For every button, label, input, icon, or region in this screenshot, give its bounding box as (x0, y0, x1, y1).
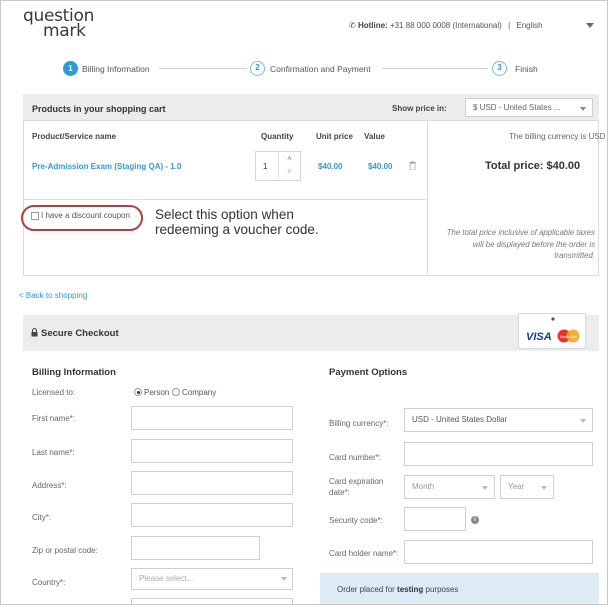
billing-heading: Billing Information (32, 367, 116, 378)
show-price-label: Show price in: (392, 104, 447, 113)
payment-heading: Payment Options (329, 367, 408, 378)
address-label: Address*: (32, 481, 67, 490)
step-2-label: Confirmation and Payment (270, 64, 371, 74)
coupon-label[interactable]: I have a discount coupon (41, 211, 130, 220)
chevron-down-icon[interactable] (281, 577, 287, 581)
hotline: ✆ Hotline: +31 88 000 0008 (Internationa… (349, 21, 543, 30)
chevron-down-icon[interactable] (586, 23, 594, 28)
chevron-up-icon[interactable]: ˄ (279, 152, 300, 165)
order-text-bold: testing (397, 585, 424, 594)
phone-icon: ✆ (349, 21, 356, 30)
price-currency-select[interactable]: $ USD - United States ... (465, 98, 593, 117)
step-connector (159, 68, 247, 69)
step-2-circle: 2 (250, 61, 265, 76)
security-code-field[interactable] (404, 507, 466, 531)
payment-cards-icon: VISA MasterCard (526, 317, 580, 343)
chevron-down-icon[interactable] (580, 107, 586, 111)
hotline-label: Hotline: (357, 21, 388, 30)
licensed-to-label: Licensed to: (32, 388, 76, 397)
billing-currency-select[interactable]: USD - United States Dollar (404, 408, 593, 432)
city-label: City*: (32, 513, 52, 522)
person-label[interactable]: Person (144, 388, 169, 397)
col-quantity: Quantity (261, 132, 294, 141)
city-field[interactable] (131, 503, 293, 527)
step-3-circle: 3 (492, 61, 507, 76)
step-3-label: Finish (515, 64, 538, 74)
card-number-field[interactable] (404, 442, 593, 466)
first-name-field[interactable] (131, 406, 293, 430)
zip-field[interactable] (131, 536, 260, 560)
coupon-checkbox[interactable] (31, 212, 39, 220)
address-field[interactable] (131, 471, 293, 495)
last-name-label: Last name*: (32, 448, 75, 457)
trash-icon[interactable] (409, 161, 416, 170)
quantity-stepper[interactable]: 1 ˄ ˅ (255, 151, 301, 181)
product-link[interactable]: Pre-Admission Exam (Staging QA) - 1.0 (32, 162, 181, 171)
expiry-year-value: Year (508, 482, 525, 491)
step-1-circle: 1 (63, 61, 78, 76)
visa-logo-text: VISA (526, 331, 552, 343)
total-price: Total price: $40.00 (485, 160, 581, 172)
card-holder-field[interactable] (404, 540, 593, 564)
company-label[interactable]: Company (182, 388, 216, 397)
step-1-label: Billing Information (82, 64, 150, 74)
country-select[interactable]: Please select... (131, 568, 293, 590)
secure-checkout-title: Secure Checkout (41, 328, 119, 339)
language-select[interactable]: English (516, 21, 542, 30)
order-text-suffix: purposes (425, 585, 459, 594)
country-label: Country*: (32, 578, 66, 587)
hotline-number: +31 88 000 0008 (International) (389, 21, 502, 30)
mastercard-logo-text: MasterCard (560, 335, 577, 339)
order-notice-text: Order placed for testing purposes (337, 585, 458, 594)
billing-currency-note: The billing currency is USD ($) (509, 132, 608, 141)
tax-note: The total price inclusive of applicable … (446, 228, 595, 260)
header-separator: | (508, 21, 511, 30)
col-product: Product/Service name (32, 132, 117, 141)
expiry-month-value: Month (412, 482, 435, 491)
quantity-value: 1 (263, 162, 268, 171)
person-radio[interactable] (134, 388, 142, 396)
chevron-down-icon[interactable] (482, 486, 488, 490)
last-name-field[interactable] (131, 439, 293, 463)
coupon-annotation: Select this option when redeeming a vouc… (155, 207, 319, 237)
price-currency-value: $ USD - United States ... (473, 103, 561, 112)
col-unit-price: Unit price (316, 132, 353, 141)
questionmark-logo[interactable]: question mark (23, 8, 94, 41)
cart-row-divider (23, 199, 427, 200)
unit-price: $40.00 (318, 162, 343, 171)
cart-title: Products in your shopping cart (32, 104, 166, 114)
billing-currency-label: Billing currency*: (329, 419, 389, 428)
chevron-down-icon[interactable] (541, 486, 547, 490)
step-connector (382, 68, 488, 69)
billing-currency-value: USD - United States Dollar (412, 415, 508, 424)
country-placeholder: Please select... (139, 574, 194, 583)
logo-line-2: mark (43, 21, 86, 41)
security-code-label: Security code*: (329, 516, 383, 525)
first-name-label: First name*: (32, 414, 76, 423)
back-to-shopping-link[interactable]: < Back to shopping (19, 291, 87, 300)
company-radio[interactable] (172, 388, 180, 396)
chevron-down-icon[interactable]: ˅ (279, 165, 300, 178)
col-value: Value (364, 132, 385, 141)
card-logos: VISA MasterCard (518, 313, 586, 349)
checkout-page: question mark ✆ Hotline: +31 88 000 0008… (0, 0, 608, 605)
quantity-arrows[interactable]: ˄ ˅ (278, 152, 300, 180)
card-expiration-label: Card expiration date*: (329, 477, 384, 497)
info-icon[interactable]: i (471, 516, 479, 524)
card-number-label: Card number*: (329, 453, 382, 462)
lock-icon (31, 328, 38, 337)
cart-divider (427, 121, 428, 276)
next-field[interactable] (131, 598, 293, 604)
zip-label: Zip or postal code: (32, 546, 98, 555)
card-holder-label: Card holder name*: (329, 549, 399, 558)
order-text-prefix: Order placed for (337, 585, 395, 594)
chevron-down-icon[interactable] (580, 419, 586, 423)
item-value: $40.00 (368, 162, 393, 171)
